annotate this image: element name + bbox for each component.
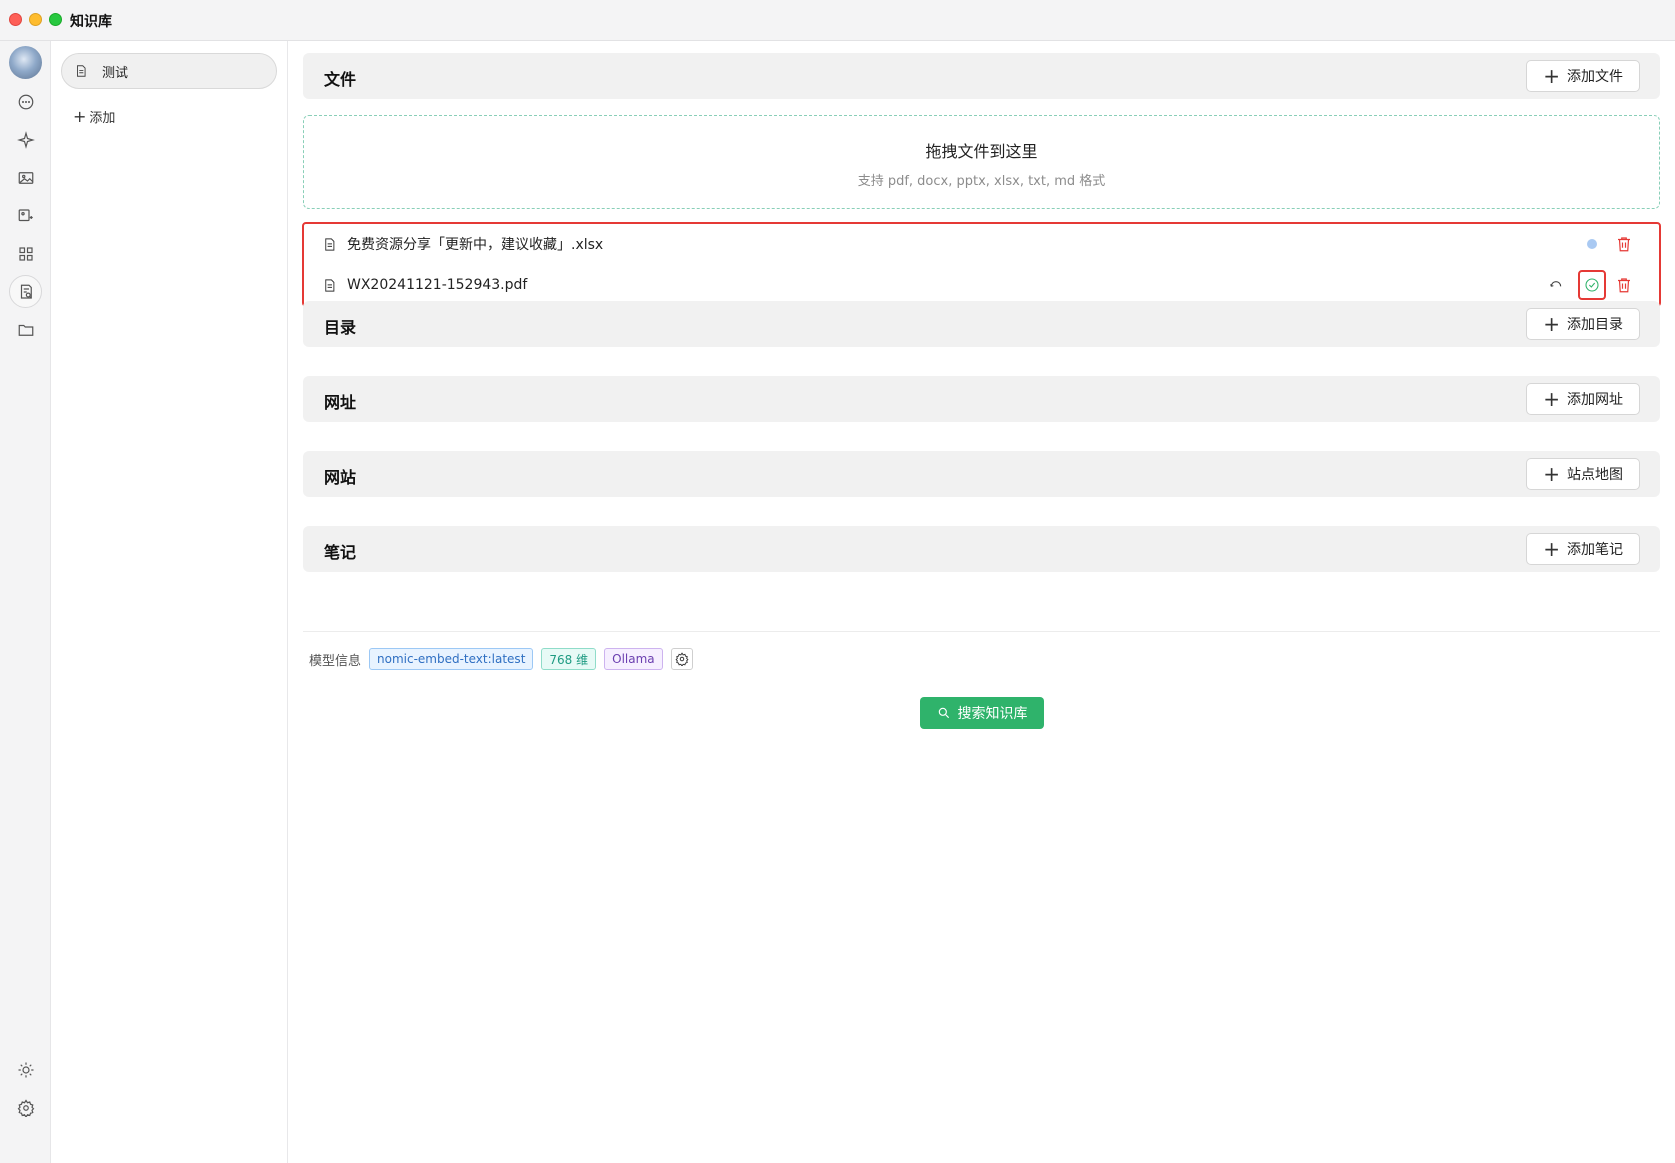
document-icon (77, 65, 86, 77)
divider (303, 631, 1660, 632)
dropzone-title: 拖拽文件到这里 (925, 142, 1038, 161)
refresh-icon[interactable] (1548, 277, 1564, 293)
model-settings-button[interactable] (670, 648, 693, 670)
websites-section-header: 网站 + 站点地图 (303, 451, 1660, 497)
add-directory-button[interactable]: + 添加目录 (1526, 308, 1640, 340)
add-file-label: 添加文件 (1567, 69, 1623, 85)
files-section-title: 文件 (324, 70, 357, 89)
dimensions-tag: 768 维 (541, 648, 597, 670)
gear-icon (675, 652, 689, 666)
add-url-button[interactable]: + 添加网址 (1526, 383, 1640, 415)
plus-icon: + (1543, 64, 1560, 88)
file-dropzone[interactable]: 拖拽文件到这里 支持 pdf, docx, pptx, xlsx, txt, m… (303, 115, 1660, 209)
directories-section-title: 目录 (324, 318, 357, 337)
files-section-header: 文件 + 添加文件 (303, 53, 1660, 99)
document-icon (325, 278, 335, 292)
maximize-window-button[interactable] (49, 13, 62, 26)
file-row: 免费资源分享「更新中，建议收藏」.xlsx (304, 224, 1659, 264)
knowledge-base-sidebar: 测试 + 添加 (51, 41, 288, 1163)
add-knowledge-base-button[interactable]: + 添加 (73, 107, 115, 126)
notes-section-header: 笔记 + 添加笔记 (303, 526, 1660, 572)
minimize-window-button[interactable] (29, 13, 42, 26)
title-bar: 知识库 (0, 0, 1675, 41)
avatar[interactable] (9, 46, 42, 79)
check-circle-icon (1585, 278, 1599, 292)
add-directory-label: 添加目录 (1567, 317, 1623, 333)
search-knowledge-base-button[interactable]: 搜索知识库 (920, 697, 1044, 729)
websites-section-title: 网站 (324, 468, 357, 487)
dropzone-subtitle: 支持 pdf, docx, pptx, xlsx, txt, md 格式 (857, 174, 1106, 189)
search-button-label: 搜索知识库 (957, 706, 1028, 722)
trash-icon[interactable] (1615, 235, 1633, 253)
sparkle-icon[interactable] (9, 123, 42, 156)
provider-tag: Ollama (604, 648, 663, 670)
add-note-label: 添加笔记 (1567, 542, 1623, 558)
image-icon[interactable] (9, 161, 42, 194)
add-note-button[interactable]: + 添加笔记 (1526, 533, 1640, 565)
search-icon (938, 707, 949, 719)
file-list: 免费资源分享「更新中，建议收藏」.xlsx WX20241121-152943.… (302, 222, 1661, 307)
knowledge-base-name: 测试 (102, 65, 129, 81)
apps-icon[interactable] (9, 237, 42, 270)
file-row: WX20241121-152943.pdf (304, 265, 1659, 305)
plus-icon: + (1543, 312, 1560, 336)
settings-icon[interactable] (9, 1091, 42, 1124)
urls-section-header: 网址 + 添加网址 (303, 376, 1660, 422)
add-url-label: 添加网址 (1567, 392, 1623, 408)
trash-icon[interactable] (1615, 276, 1633, 294)
knowledge-base-item[interactable]: 测试 (61, 53, 277, 89)
processed-status-indicator (1578, 270, 1606, 300)
close-window-button[interactable] (9, 13, 22, 26)
file-name: 免费资源分享「更新中，建议收藏」.xlsx (347, 237, 604, 253)
file-name: WX20241121-152943.pdf (347, 277, 528, 293)
window-title: 知识库 (70, 14, 112, 30)
image-agent-icon[interactable] (9, 199, 42, 232)
plus-icon: + (1543, 537, 1560, 561)
model-info-row: 模型信息 nomic-embed-text:latest 768 维 Ollam… (309, 647, 693, 671)
pending-status-icon (1587, 239, 1597, 249)
sun-icon[interactable] (9, 1053, 42, 1086)
plus-icon: + (1543, 387, 1560, 411)
plus-icon: + (73, 106, 87, 126)
add-knowledge-base-label: 添加 (89, 111, 116, 126)
directories-section-header: 目录 + 添加目录 (303, 301, 1660, 347)
add-sitemap-label: 站点地图 (1567, 467, 1623, 483)
notes-section-title: 笔记 (324, 543, 357, 562)
nav-rail (0, 41, 51, 1163)
add-sitemap-button[interactable]: + 站点地图 (1526, 458, 1640, 490)
document-icon (325, 237, 335, 251)
model-name-tag: nomic-embed-text:latest (369, 648, 534, 670)
main-content: 文件 + 添加文件 拖拽文件到这里 支持 pdf, docx, pptx, xl… (302, 41, 1661, 1163)
model-info-label: 模型信息 (309, 653, 362, 669)
folder-icon[interactable] (9, 313, 42, 346)
chat-icon[interactable] (9, 85, 42, 118)
plus-icon: + (1543, 462, 1560, 486)
knowledge-icon[interactable] (9, 275, 42, 308)
add-file-button[interactable]: + 添加文件 (1526, 60, 1640, 92)
urls-section-title: 网址 (324, 393, 357, 412)
